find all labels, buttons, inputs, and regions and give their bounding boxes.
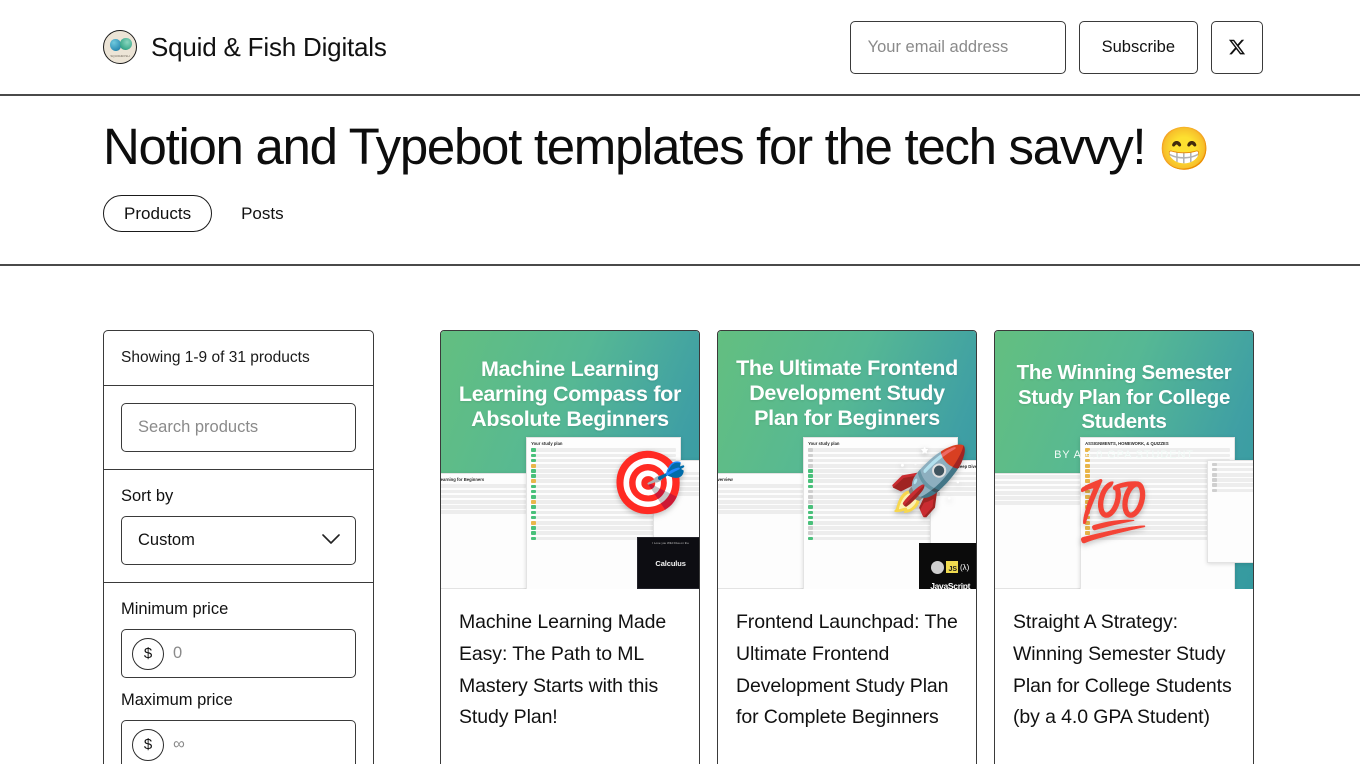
mock-title: Content Overview (718, 476, 733, 482)
thumbnail-mock-screenshot: Machine Learning for Beginners (441, 472, 532, 589)
product-thumbnail: ASSIGNMENTS, HOMEWORK, & QUIZZES The Win… (995, 331, 1253, 589)
product-card[interactable]: Content Overview Your study plan JavaScr… (717, 330, 977, 764)
page-title-text: Notion and Typebot templates for the tec… (103, 118, 1147, 175)
x-twitter-icon (1228, 38, 1246, 56)
calculus-mock-top-text: I Love you Wild Diva on the (652, 541, 689, 546)
product-title: Machine Learning Made Easy: The Path to … (459, 611, 667, 729)
sort-by-label: Sort by (121, 487, 174, 506)
sort-select[interactable]: Custom (121, 516, 356, 566)
thumbnail-heading: The Winning Semester Study Plan for Coll… (1016, 361, 1232, 434)
rocket-emoji: 🚀 (887, 443, 970, 517)
javascript-badge-label: JavaScript (930, 580, 971, 589)
js-circle-icon (931, 560, 945, 574)
tab-posts[interactable]: Posts (220, 195, 305, 232)
thumbnail-subheading: BY A 4.0 GPA STUDENT (1054, 449, 1194, 461)
brand[interactable]: SQUID&FISH Squid & Fish Digitals (103, 30, 387, 64)
product-card[interactable]: ASSIGNMENTS, HOMEWORK, & QUIZZES The Win… (994, 330, 1254, 764)
thumbnail-mock-screenshot (1206, 460, 1253, 564)
thumbnail-heading: The Ultimate Frontend Development Study … (736, 356, 958, 431)
results-count-section: Showing 1-9 of 31 products (104, 331, 373, 387)
javascript-badge: JS (λ) JavaScript (919, 542, 976, 589)
content-tabs: Products Posts (103, 194, 1257, 232)
product-card[interactable]: Machine Learning for Beginners Your stud… (440, 330, 700, 764)
dollar-sign-icon: $ (132, 637, 164, 670)
hundred-points-emoji: 💯 (1077, 479, 1150, 544)
product-thumbnail: Machine Learning for Beginners Your stud… (441, 331, 699, 589)
maximum-price-row: $ (121, 720, 356, 764)
product-card-body: Machine Learning Made Easy: The Path to … (441, 589, 699, 764)
product-card-body: Frontend Launchpad: The Ultimate Fronten… (718, 589, 976, 764)
sort-select-wrapper: Custom (121, 516, 356, 566)
product-filters-panel: Showing 1-9 of 31 products Sort by Custo… (103, 330, 374, 764)
product-title: Straight A Strategy: Winning Semester St… (1013, 611, 1232, 729)
sort-section: Sort by Custom (104, 470, 373, 584)
thumbnail-mock-screenshot: Content Overview (718, 472, 809, 589)
product-title: Frontend Launchpad: The Ultimate Fronten… (736, 611, 958, 729)
minimum-price-block: Minimum price $ (121, 600, 356, 679)
maximum-price-input[interactable] (173, 735, 345, 755)
calculus-mock-card: I Love you Wild Diva on the Calculus (637, 537, 699, 589)
target-dartboard-emoji: 🎯 (609, 449, 687, 518)
minimum-price-label: Minimum price (121, 600, 229, 619)
product-card-body: Straight A Strategy: Winning Semester St… (995, 589, 1253, 764)
main-content: Showing 1-9 of 31 products Sort by Custo… (0, 266, 1360, 764)
logo-mini-text: SQUID&FISH (110, 54, 130, 58)
product-grid: Machine Learning for Beginners Your stud… (440, 330, 1254, 764)
lambda-icon: (λ) (960, 562, 970, 572)
calculus-mock-label: Calculus (655, 558, 686, 568)
sort-select-value: Custom (138, 531, 195, 550)
logo-blob-right (120, 38, 132, 50)
search-section (104, 386, 373, 471)
mock-title: ASSIGNMENTS, HOMEWORK, & QUIZZES (1085, 440, 1169, 446)
hero-section: Notion and Typebot templates for the tec… (0, 96, 1360, 266)
subscribe-button[interactable]: Subscribe (1078, 20, 1198, 74)
thumbnail-heading: Machine Learning Learning Compass for Ab… (458, 357, 682, 432)
header-actions: Subscribe (849, 20, 1263, 74)
mock-title: Your study plan (531, 440, 563, 446)
brand-name: Squid & Fish Digitals (151, 31, 387, 62)
tab-products[interactable]: Products (103, 194, 213, 232)
js-square-icon: JS (946, 561, 959, 574)
product-thumbnail: Content Overview Your study plan JavaScr… (718, 331, 976, 589)
site-header: SQUID&FISH Squid & Fish Digitals Subscri… (0, 0, 1360, 96)
results-count-text: Showing 1-9 of 31 products (121, 349, 310, 366)
thumbnail-mock-screenshot (995, 472, 1086, 589)
search-input[interactable] (121, 403, 356, 453)
price-section: Minimum price $ Maximum price $ (104, 583, 373, 764)
grinning-face-emoji: 😁 (1158, 125, 1210, 172)
email-field[interactable] (849, 20, 1066, 74)
mock-title: Machine Learning for Beginners (441, 476, 485, 482)
maximum-price-label: Maximum price (121, 691, 233, 710)
page-title: Notion and Typebot templates for the tec… (103, 120, 1257, 174)
x-twitter-link[interactable] (1211, 20, 1263, 74)
dollar-sign-icon: $ (132, 728, 164, 761)
minimum-price-input[interactable] (173, 644, 345, 664)
maximum-price-block: Maximum price $ (121, 691, 356, 764)
squid-fish-avatar-icon: SQUID&FISH (103, 30, 137, 64)
minimum-price-row: $ (121, 629, 356, 679)
